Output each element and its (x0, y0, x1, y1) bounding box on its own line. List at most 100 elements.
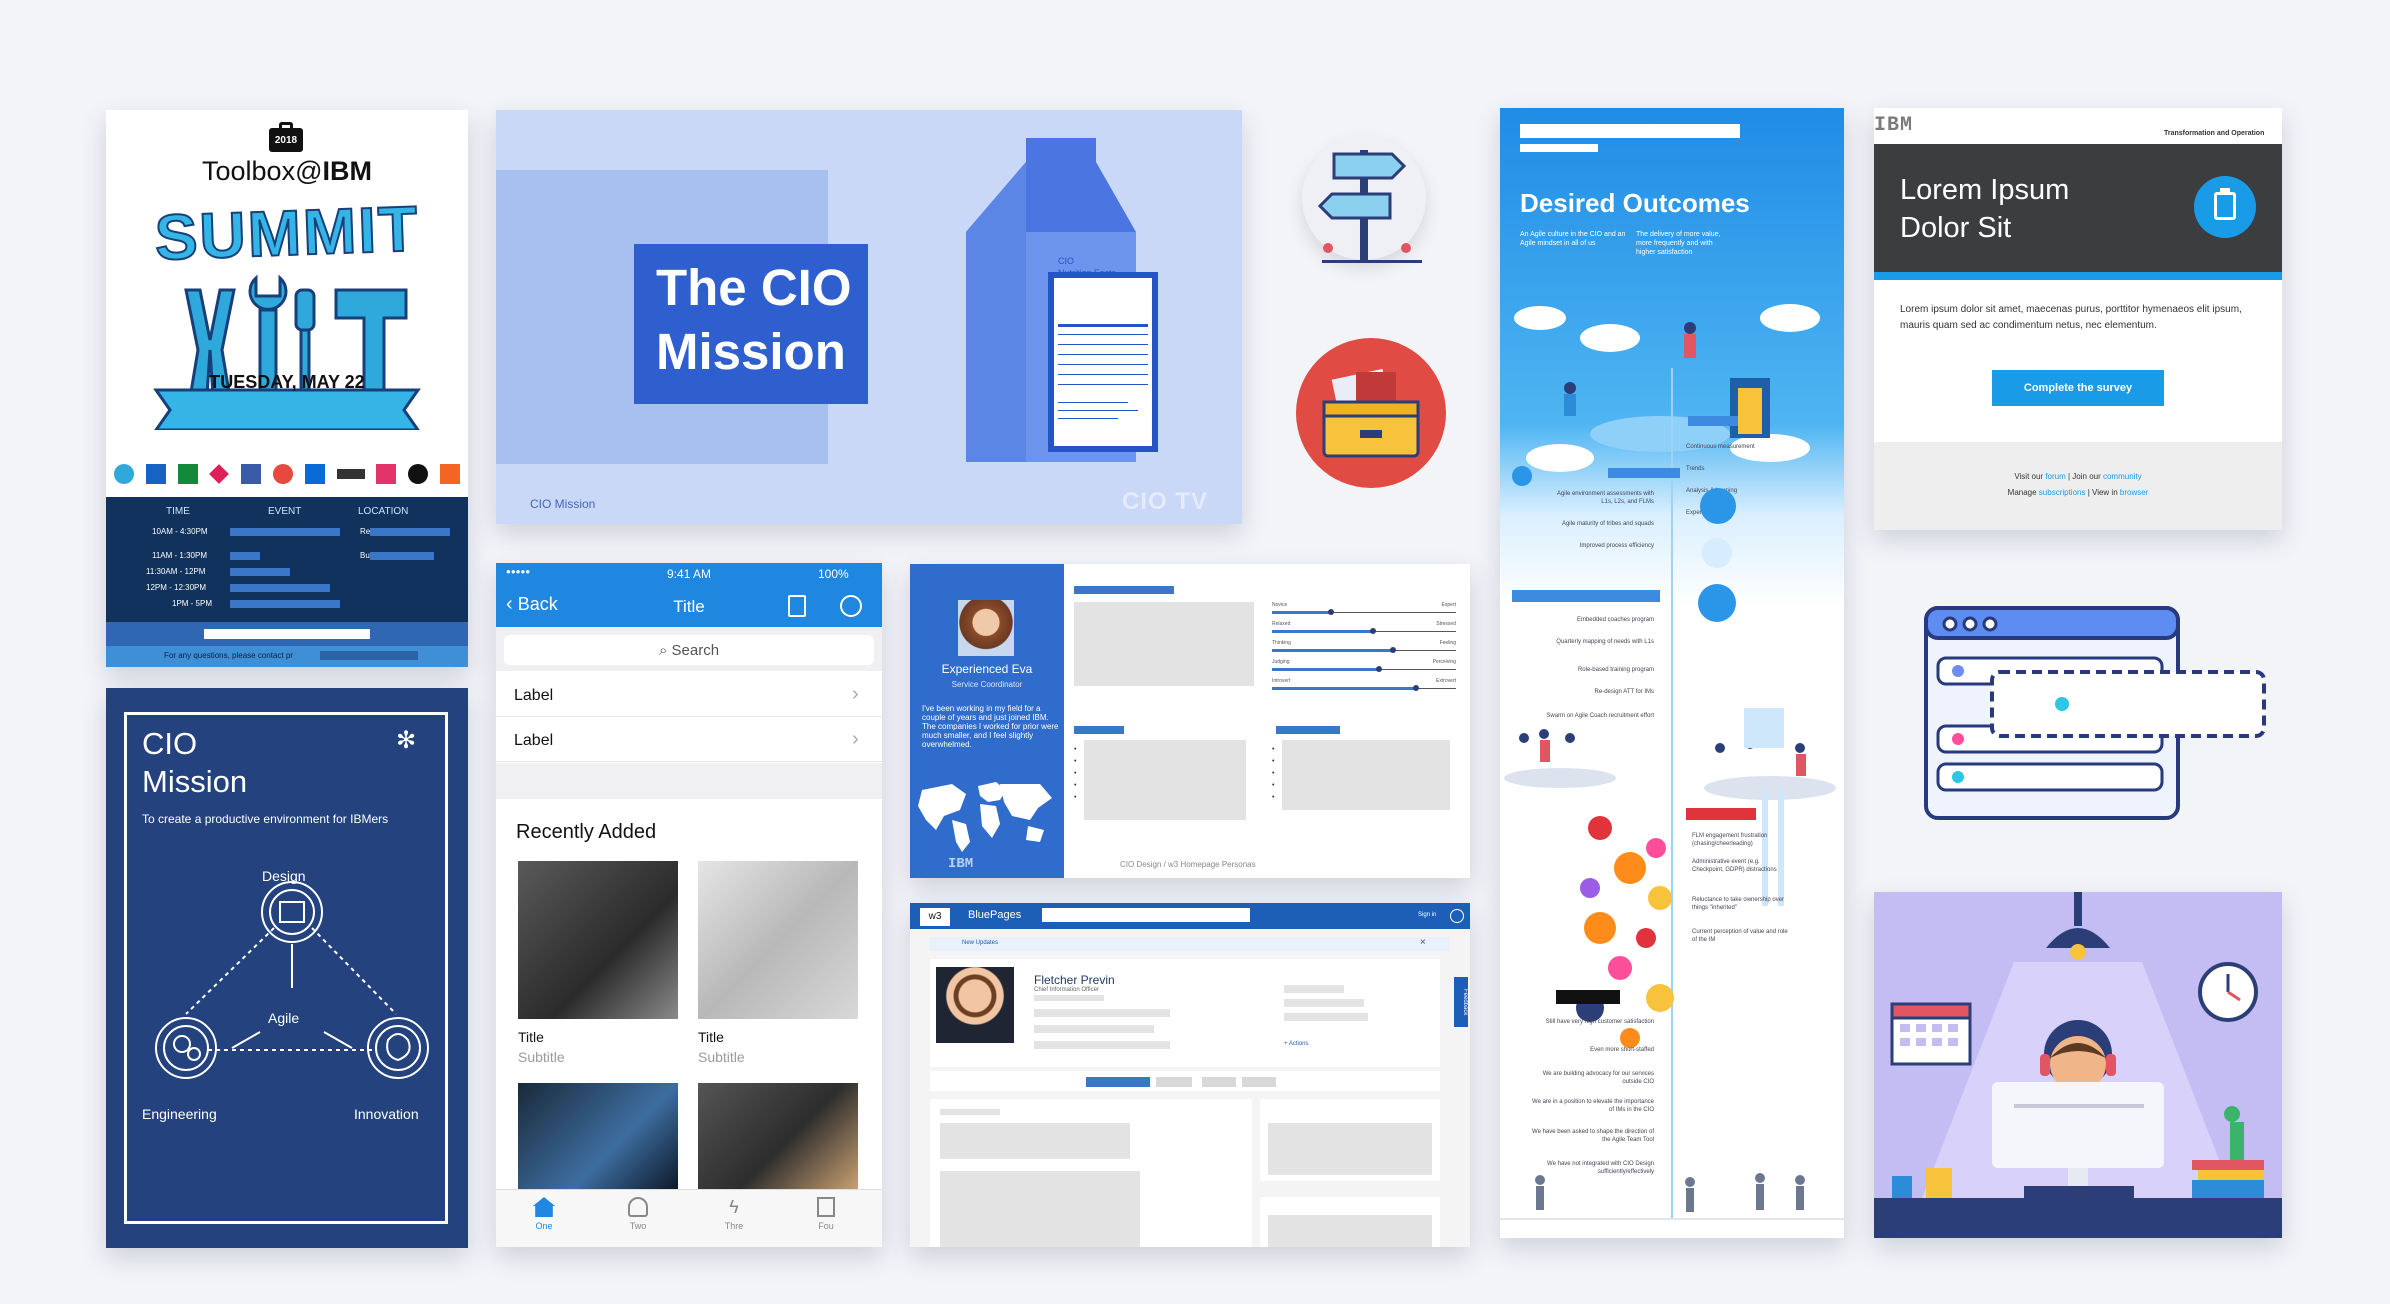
date-banner (153, 388, 421, 430)
schedule-table: TIME EVENT LOCATION 10AM - 4:30PM Re 11A… (106, 497, 468, 667)
tab-label: One (535, 1221, 553, 1231)
milk-carton-illustration (966, 138, 1158, 462)
bp-side-panel-2 (1260, 1197, 1440, 1247)
col-event: EVENT (268, 506, 302, 517)
sign-in-link[interactable]: Sign in (1418, 912, 1436, 918)
bp-tab[interactable] (1242, 1077, 1276, 1087)
slider-fill (1272, 687, 1416, 690)
bp-banner-text: New Updates (962, 940, 999, 946)
slider-fill (1272, 649, 1394, 652)
tab-label: Thre (724, 1221, 744, 1231)
persona-sidebar: Experienced Eva Service Coordinator I've… (910, 564, 1064, 878)
slider-knob (1370, 628, 1377, 634)
list-item[interactable]: Label › (496, 718, 882, 762)
col-time: TIME (166, 506, 190, 517)
search-placeholder: Search (671, 642, 720, 659)
email-header-right: Transformation and Operation (2164, 130, 2265, 137)
bp-actions-button[interactable]: + Actions (1284, 1041, 1309, 1047)
email-hero-line1: Lorem Ipsum (1900, 174, 2070, 206)
info-right-1c: Analysis & learning (1686, 488, 1737, 494)
card-image-1[interactable] (518, 861, 678, 1019)
persona-bullets: • • • • • (1272, 746, 1275, 801)
document-icon[interactable] (788, 595, 806, 617)
poster-title-1: CIO (142, 726, 198, 761)
schedule-time: 12PM - 12:30PM (146, 583, 207, 592)
footer-text: | View in (2085, 488, 2120, 497)
bp-tab[interactable] (1202, 1077, 1236, 1087)
schedule-time: 11AM - 1:30PM (152, 551, 207, 560)
slider-fill (1272, 668, 1379, 671)
card-subtitle-1: Subtitle (518, 1049, 565, 1065)
poster-title-2: Mission (142, 764, 248, 799)
tab-two[interactable]: Two (608, 1197, 668, 1231)
lightning-icon: ϟ (729, 1197, 739, 1217)
card-image-2[interactable] (698, 861, 858, 1019)
info-right-3d: Current perception of value and role of … (1692, 929, 1788, 943)
subscriptions-link[interactable]: subscriptions (2039, 488, 2086, 497)
history-icon[interactable] (840, 595, 862, 617)
avatar (936, 967, 1014, 1043)
forum-link[interactable]: forum (2045, 472, 2065, 481)
chevron-right-icon: › (852, 728, 859, 750)
bp-main-panel (930, 1099, 1252, 1247)
section-title: Recently Added (516, 821, 657, 843)
email-body: Lorem ipsum dolor sit amet, maecenas pur… (1900, 304, 2242, 331)
bluepages-page: w3 BluePages Sign in New Updates × Fletc… (910, 903, 1470, 1247)
cio-mission-slide: The CIO Mission CIO Nutrition Facts CIO … (496, 110, 1242, 524)
bp-side-panel (1260, 1099, 1440, 1181)
status-battery: 100% (818, 567, 849, 581)
desired-outcomes-infographic: Desired Outcomes An Agile culture in the… (1500, 108, 1844, 1238)
search-input[interactable]: ⌕ Search (504, 635, 874, 665)
schedule-time: 11:30AM - 12PM (146, 567, 206, 576)
persona-slide: Experienced Eva Service Coordinator I've… (910, 564, 1470, 878)
bp-tab[interactable] (1156, 1077, 1192, 1087)
office-people-illustration (1500, 1173, 1844, 1220)
close-icon[interactable]: × (1420, 937, 1426, 948)
complete-survey-button[interactable]: Complete the survey (1992, 370, 2164, 406)
nav-title: Title (673, 597, 705, 616)
user-icon[interactable] (1450, 909, 1464, 923)
persona-role: Service Coordinator (951, 680, 1023, 689)
tab-three[interactable]: ϟ Thre (704, 1197, 764, 1231)
bp-role: Chief Information Officer (1034, 987, 1099, 993)
info-left-2d: Re-design ATT for IMs (1594, 689, 1654, 695)
slider-label-left: Relaxed (1272, 621, 1291, 627)
info-header-bar-1 (1520, 124, 1740, 138)
info-circle (1698, 584, 1736, 622)
card-image-4[interactable] (698, 1083, 858, 1189)
card-image-3[interactable] (518, 1083, 678, 1189)
info-left-2c: Role-based training program (1577, 667, 1654, 673)
info-left-2b: Quarterly mapping of needs with L1s (1556, 639, 1654, 645)
carton-label-2: Nutrition Facts (1058, 268, 1117, 278)
bp-app-name: BluePages (968, 909, 1022, 921)
info-right-3a: FLM engagement frustration (chasing/chee… (1692, 833, 1768, 847)
summit-year: 2018 (274, 135, 298, 146)
slider-label-right: Expert (1441, 602, 1456, 608)
slider-label-left: Novice (1272, 602, 1288, 608)
bp-search-input[interactable] (1042, 908, 1250, 922)
list-item-label: Label (514, 687, 554, 704)
slider-label-right: Extrovert (1435, 678, 1456, 684)
schedule-location: Re (360, 527, 371, 536)
bell-icon (628, 1197, 648, 1217)
email-hero: Lorem Ipsum Dolor Sit (1874, 144, 2282, 272)
avatar (958, 600, 1014, 656)
browser-window-icon (1924, 606, 2266, 820)
list-item[interactable]: Label › (496, 673, 882, 717)
email-footer-line1: Visit our forum | Join our community (1874, 472, 2282, 481)
info-title: Desired Outcomes (1520, 188, 1750, 218)
browser-link[interactable]: browser (2120, 488, 2148, 497)
persona-bullets: • • • • • (1074, 746, 1077, 801)
tab-one[interactable]: One (514, 1197, 574, 1231)
slide-title-box: The CIO Mission (634, 244, 868, 404)
bp-feedback-tab[interactable]: Feedback (1454, 977, 1468, 1027)
tab-four[interactable]: Fou (796, 1197, 856, 1231)
bp-tab-active[interactable] (1086, 1077, 1150, 1087)
tab-label: Fou (818, 1221, 834, 1231)
schedule-location: Bu (360, 551, 370, 560)
toolbox-icon: 2018 (269, 122, 303, 152)
persona-name: Experienced Eva (941, 662, 1033, 676)
community-link[interactable]: community (2103, 472, 2142, 481)
summit-date: TUESDAY, MAY 22 (209, 372, 365, 392)
persona-sliders: Novice Expert Relaxed Stressed Thinking Feeli… (1272, 602, 1456, 702)
